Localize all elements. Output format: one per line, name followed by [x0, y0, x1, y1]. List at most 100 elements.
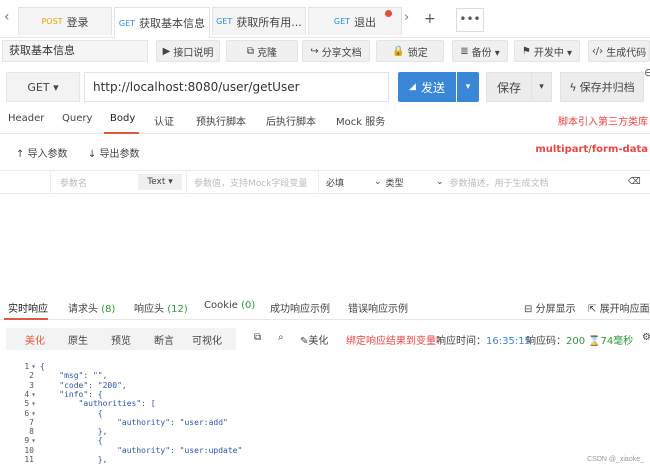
beautify-button[interactable]: ✎美化 [300, 332, 328, 347]
line-number-text: 10 [24, 445, 34, 455]
bind-result-link[interactable]: 绑定响应结果到变量? [346, 332, 441, 347]
url-input[interactable]: http://localhost:8080/user/getUser [84, 72, 389, 102]
format-raw[interactable]: 原生 [68, 332, 88, 347]
tab-scroll-left-icon[interactable]: ‹ [4, 9, 10, 25]
import-params-button[interactable]: ↑ 导入参数 [16, 145, 68, 160]
tab-query[interactable]: Query [62, 113, 92, 124]
tab-body[interactable]: Body [110, 113, 135, 124]
expand-panel-button[interactable]: ⇱ 展开响应面板 [588, 300, 650, 315]
tab-request-headers[interactable]: 请求头 (8) [68, 300, 115, 315]
format-pretty[interactable]: 美化 [25, 332, 45, 347]
column-divider [50, 171, 51, 193]
format-preview[interactable]: 预览 [111, 332, 131, 347]
line-number: 10 [0, 446, 36, 455]
button-label: 分享文档 [321, 47, 362, 59]
save-and-archive-button[interactable]: ϟ 保存并归档 [560, 72, 644, 102]
split-screen-button[interactable]: ⊟ 分屏显示 [524, 300, 576, 315]
body-type-label[interactable]: multipart/form-data [535, 144, 648, 155]
code-line: "msg": "", [40, 371, 108, 381]
param-row: 参数名 Text ▾ 参数值，支持Mock字段变量 必填 ⌄ 类型 ⌄ 参数描述… [0, 170, 650, 194]
fold-toggle-icon[interactable]: ▾ [31, 362, 36, 371]
required-select[interactable]: 必填 [326, 171, 344, 193]
tab-count: (8) [101, 304, 116, 315]
param-value-input[interactable]: 参数值，支持Mock字段变量 [194, 171, 307, 193]
clone-button[interactable]: ⧉ 克隆 [226, 40, 298, 62]
tab-label: 响应头 [134, 304, 164, 315]
delete-param-icon[interactable]: ⌫ [628, 171, 641, 193]
lock-button[interactable]: 🔒 锁定 [376, 40, 444, 62]
code-line: "authorities": [ [40, 399, 156, 409]
format-assert[interactable]: 断言 [154, 332, 174, 347]
tab-get-all-users[interactable]: GET 获取所有用... [212, 7, 306, 35]
api-doc-button[interactable]: ▶ 接口说明 [156, 40, 220, 62]
tab-post-script[interactable]: 后执行脚本 [266, 113, 316, 128]
search-icon[interactable]: ⌕ [278, 332, 284, 343]
tab-cookie[interactable]: Cookie (0) [204, 300, 255, 311]
export-params-button[interactable]: ↓ 导出参数 [88, 145, 140, 160]
share-icon: ↪ [310, 45, 319, 57]
fold-toggle-icon[interactable]: ▾ [31, 390, 36, 399]
more-tabs-button[interactable]: ••• [456, 8, 484, 32]
label: 响应时间： [436, 336, 486, 347]
response-code-view[interactable]: 1 ▾{2 "msg": "", 3 "code": "200", 4 ▾ "info"… [0, 362, 650, 468]
tab-response-headers[interactable]: 响应头 (12) [134, 300, 188, 315]
line-number: 9 ▾ [0, 436, 36, 445]
param-type-select[interactable]: Text ▾ [138, 174, 182, 190]
code-line: "info": { [40, 389, 103, 399]
send-button[interactable]: ◢ 发送 [398, 72, 456, 102]
save-button[interactable]: 保存 [486, 72, 532, 102]
tab-live-response[interactable]: 实时响应 [8, 300, 48, 315]
request-tab-bar: ‹ POST 登录 GET 获取基本信息 GET 获取所有用... GET 退出… [0, 0, 650, 38]
status-dropdown[interactable]: ⚑ 开发中 ▾ [514, 40, 580, 62]
fold-toggle-icon[interactable]: ▾ [31, 399, 36, 408]
value: 16:35:15 [486, 336, 531, 347]
tab-mock-service[interactable]: Mock 服务 [336, 113, 385, 128]
script-library-link[interactable]: 脚本引入第三方类库 [558, 113, 648, 128]
tab-pre-script[interactable]: 预执行脚本 [196, 113, 246, 128]
response-duration: ⌛74毫秒 [588, 332, 633, 347]
tab-login[interactable]: POST 登录 [18, 7, 112, 35]
database-icon: ≣ [460, 45, 469, 57]
request-name-input[interactable]: 获取基本信息 [2, 40, 148, 62]
tab-header[interactable]: Header [8, 113, 44, 124]
code-line: { [40, 408, 103, 418]
code-line: { [40, 436, 103, 446]
line-number: 5 ▾ [0, 399, 36, 408]
send-options-dropdown[interactable]: ▾ [457, 72, 479, 102]
save-options-dropdown[interactable]: ▾ [532, 72, 552, 102]
request-section-tabs: Header Query Body 认证 预执行脚本 后执行脚本 Mock 服务… [0, 108, 650, 134]
method-select[interactable]: GET ▾ [6, 72, 80, 102]
body-actions: ↑ 导入参数 ↓ 导出参数 multipart/form-data [0, 140, 650, 164]
line-number: 11 [0, 455, 36, 464]
share-doc-button[interactable]: ↪ 分享文档 [302, 40, 370, 62]
tab-logout[interactable]: GET 退出 [308, 7, 402, 35]
fold-toggle-icon[interactable]: ▾ [31, 436, 36, 445]
generate-code-button[interactable]: ‹/› 生成代码 [588, 40, 650, 62]
backup-dropdown[interactable]: ≣ 备份 ▾ [452, 40, 508, 62]
method-badge: GET [216, 17, 233, 26]
type-select[interactable]: ⌄ 类型 [374, 171, 404, 193]
param-desc-input[interactable]: ⌄ 参数描述，用于生成文档 [436, 171, 549, 193]
code-line: }, [40, 427, 108, 437]
new-tab-button[interactable]: + [424, 11, 436, 27]
tab-scroll-right-icon[interactable]: › [404, 10, 409, 25]
tab-error-example[interactable]: 错误响应示例 [348, 300, 408, 315]
response-tabs: 实时响应 请求头 (8) 响应头 (12) Cookie (0) 成功响应示例 … [0, 294, 650, 320]
copy-icon[interactable]: ⧉ [254, 332, 261, 343]
tab-count: (12) [167, 304, 188, 315]
play-icon: ▶ [162, 45, 171, 57]
watermark: CSDN @_xiaoke_ [587, 456, 644, 463]
param-name-input[interactable]: 参数名 [60, 171, 87, 193]
settings-icon[interactable]: ⚙ [642, 332, 650, 343]
line-number: 8 [0, 427, 36, 436]
line-number: 1 ▾ [0, 362, 36, 371]
line-number-text: 8 [29, 427, 34, 437]
fold-toggle-icon[interactable]: ▾ [31, 409, 36, 418]
tab-auth[interactable]: 认证 [154, 113, 174, 128]
format-visualize[interactable]: 可视化 [192, 332, 222, 347]
tab-get-basic-info[interactable]: GET 获取基本信息 [114, 7, 210, 38]
tab-success-example[interactable]: 成功响应示例 [270, 300, 330, 315]
send-label: 发送 [420, 80, 445, 95]
tab-label: 获取所有用... [236, 15, 302, 29]
line-number-text: 4 [24, 389, 30, 399]
